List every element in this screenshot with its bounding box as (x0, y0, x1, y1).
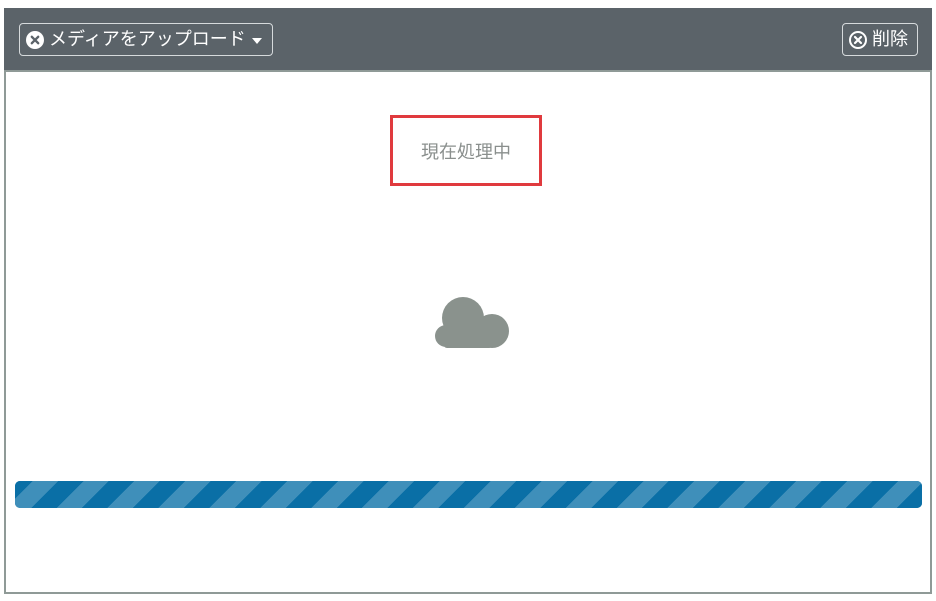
upload-media-label: メディアをアップロード (49, 29, 246, 50)
upload-media-button[interactable]: メディアをアップロード (19, 23, 273, 56)
cloud-icon (435, 297, 509, 348)
close-circle-icon (26, 30, 44, 49)
caret-down-icon[interactable] (251, 38, 262, 44)
processing-status: 現在処理中 (390, 115, 542, 186)
media-toolbar: メディアをアップロード 削除 (4, 8, 932, 72)
delete-button[interactable]: 削除 (842, 23, 918, 56)
close-circle-icon (849, 30, 867, 49)
upload-progress-bar (15, 481, 922, 508)
processing-status-text: 現在処理中 (421, 141, 511, 163)
upload-progress-fill (15, 481, 922, 508)
delete-label: 削除 (872, 29, 908, 50)
